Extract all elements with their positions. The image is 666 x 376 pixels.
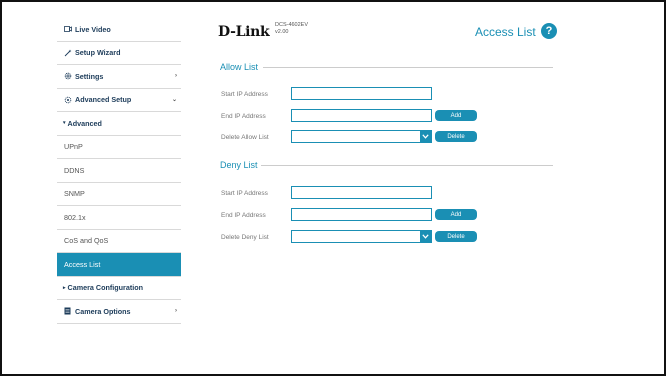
deny-delete-button[interactable]: Delete	[435, 231, 477, 242]
sidebar-item-upnp[interactable]: UPnP	[57, 136, 181, 159]
sidebar-item-live-video[interactable]: Live Video	[57, 18, 181, 42]
sidebar-item-label: SNMP	[64, 189, 85, 199]
deny-list-divider	[261, 165, 553, 166]
sidebar-item-camera-options[interactable]: Camera Options ›	[57, 300, 181, 324]
page-title: Access List	[475, 25, 536, 39]
caret-right-icon: ▸	[63, 284, 66, 291]
deny-add-button[interactable]: Add	[435, 209, 477, 220]
sidebar-item-8021x[interactable]: 802.1x	[57, 206, 181, 230]
deny-start-ip-input[interactable]	[291, 186, 432, 199]
sidebar-item-label: Advanced Setup	[75, 95, 132, 105]
sidebar-item-label: Access List	[64, 259, 101, 269]
model-info: DCS-4602EV v2.00	[275, 22, 308, 36]
wand-icon	[63, 48, 72, 57]
allow-start-ip-label: Start IP Address	[221, 91, 268, 98]
sidebar-item-label: Live Video	[75, 24, 111, 34]
sidebar-item-label: CoS and QoS	[64, 236, 109, 246]
sidebar-item-label: DDNS	[64, 165, 85, 175]
allow-end-ip-input[interactable]	[291, 109, 432, 122]
document-icon	[63, 307, 72, 316]
delete-allow-list-select[interactable]	[291, 130, 432, 143]
sidebar-item-advanced[interactable]: ▾ Advanced	[57, 112, 181, 136]
chevron-right-icon: ›	[175, 308, 177, 315]
caret-down-icon: ▾	[63, 120, 66, 127]
sidebar-item-label: Camera Configuration	[67, 283, 143, 293]
gears-icon	[63, 95, 72, 104]
chevron-down-icon	[420, 131, 431, 142]
sidebar: Live Video Setup Wizard Settings › Advan…	[57, 18, 181, 324]
firmware-version: v2.00	[275, 29, 289, 35]
delete-allow-list-label: Delete Allow List	[221, 134, 269, 141]
model-name: DCS-4602EV	[275, 22, 309, 28]
chevron-right-icon: ›	[175, 73, 177, 80]
deny-end-ip-input[interactable]	[291, 208, 432, 221]
allow-list-title: Allow List	[220, 62, 259, 72]
sidebar-item-advanced-setup[interactable]: Advanced Setup ⌄	[57, 89, 181, 112]
deny-end-ip-label: End IP Address	[221, 212, 266, 219]
sidebar-item-label: UPnP	[64, 142, 83, 152]
allow-delete-button[interactable]: Delete	[435, 131, 477, 142]
sidebar-item-access-list[interactable]: Access List	[57, 253, 181, 277]
sidebar-item-label: Settings	[75, 71, 104, 81]
sidebar-item-label: 802.1x	[64, 212, 86, 222]
allow-start-ip-input[interactable]	[291, 87, 432, 100]
allow-add-button[interactable]: Add	[435, 110, 477, 121]
sidebar-item-camera-configuration[interactable]: ▸ Camera Configuration	[57, 277, 181, 300]
dlink-logo: D-Link	[218, 24, 270, 40]
chevron-down-icon	[420, 231, 431, 242]
chevron-down-icon: ⌄	[171, 97, 177, 104]
allow-end-ip-label: End IP Address	[221, 113, 266, 120]
help-icon[interactable]: ?	[541, 23, 557, 39]
sidebar-item-cos-qos[interactable]: CoS and QoS	[57, 230, 181, 253]
deny-start-ip-label: Start IP Address	[221, 190, 268, 197]
delete-deny-list-select[interactable]	[291, 230, 432, 243]
sidebar-item-label: Camera Options	[75, 306, 131, 316]
gear-icon	[63, 72, 72, 81]
sidebar-item-snmp[interactable]: SNMP	[57, 183, 181, 206]
sidebar-item-label: Advanced	[67, 118, 102, 128]
sidebar-item-settings[interactable]: Settings ›	[57, 65, 181, 89]
deny-list-title: Deny List	[220, 160, 258, 170]
delete-deny-list-label: Delete Deny List	[221, 234, 269, 241]
sidebar-item-ddns[interactable]: DDNS	[57, 159, 181, 183]
sidebar-item-label: Setup Wizard	[75, 48, 121, 58]
sidebar-item-setup-wizard[interactable]: Setup Wizard	[57, 42, 181, 65]
allow-list-divider	[263, 67, 553, 68]
video-camera-icon	[63, 25, 72, 34]
